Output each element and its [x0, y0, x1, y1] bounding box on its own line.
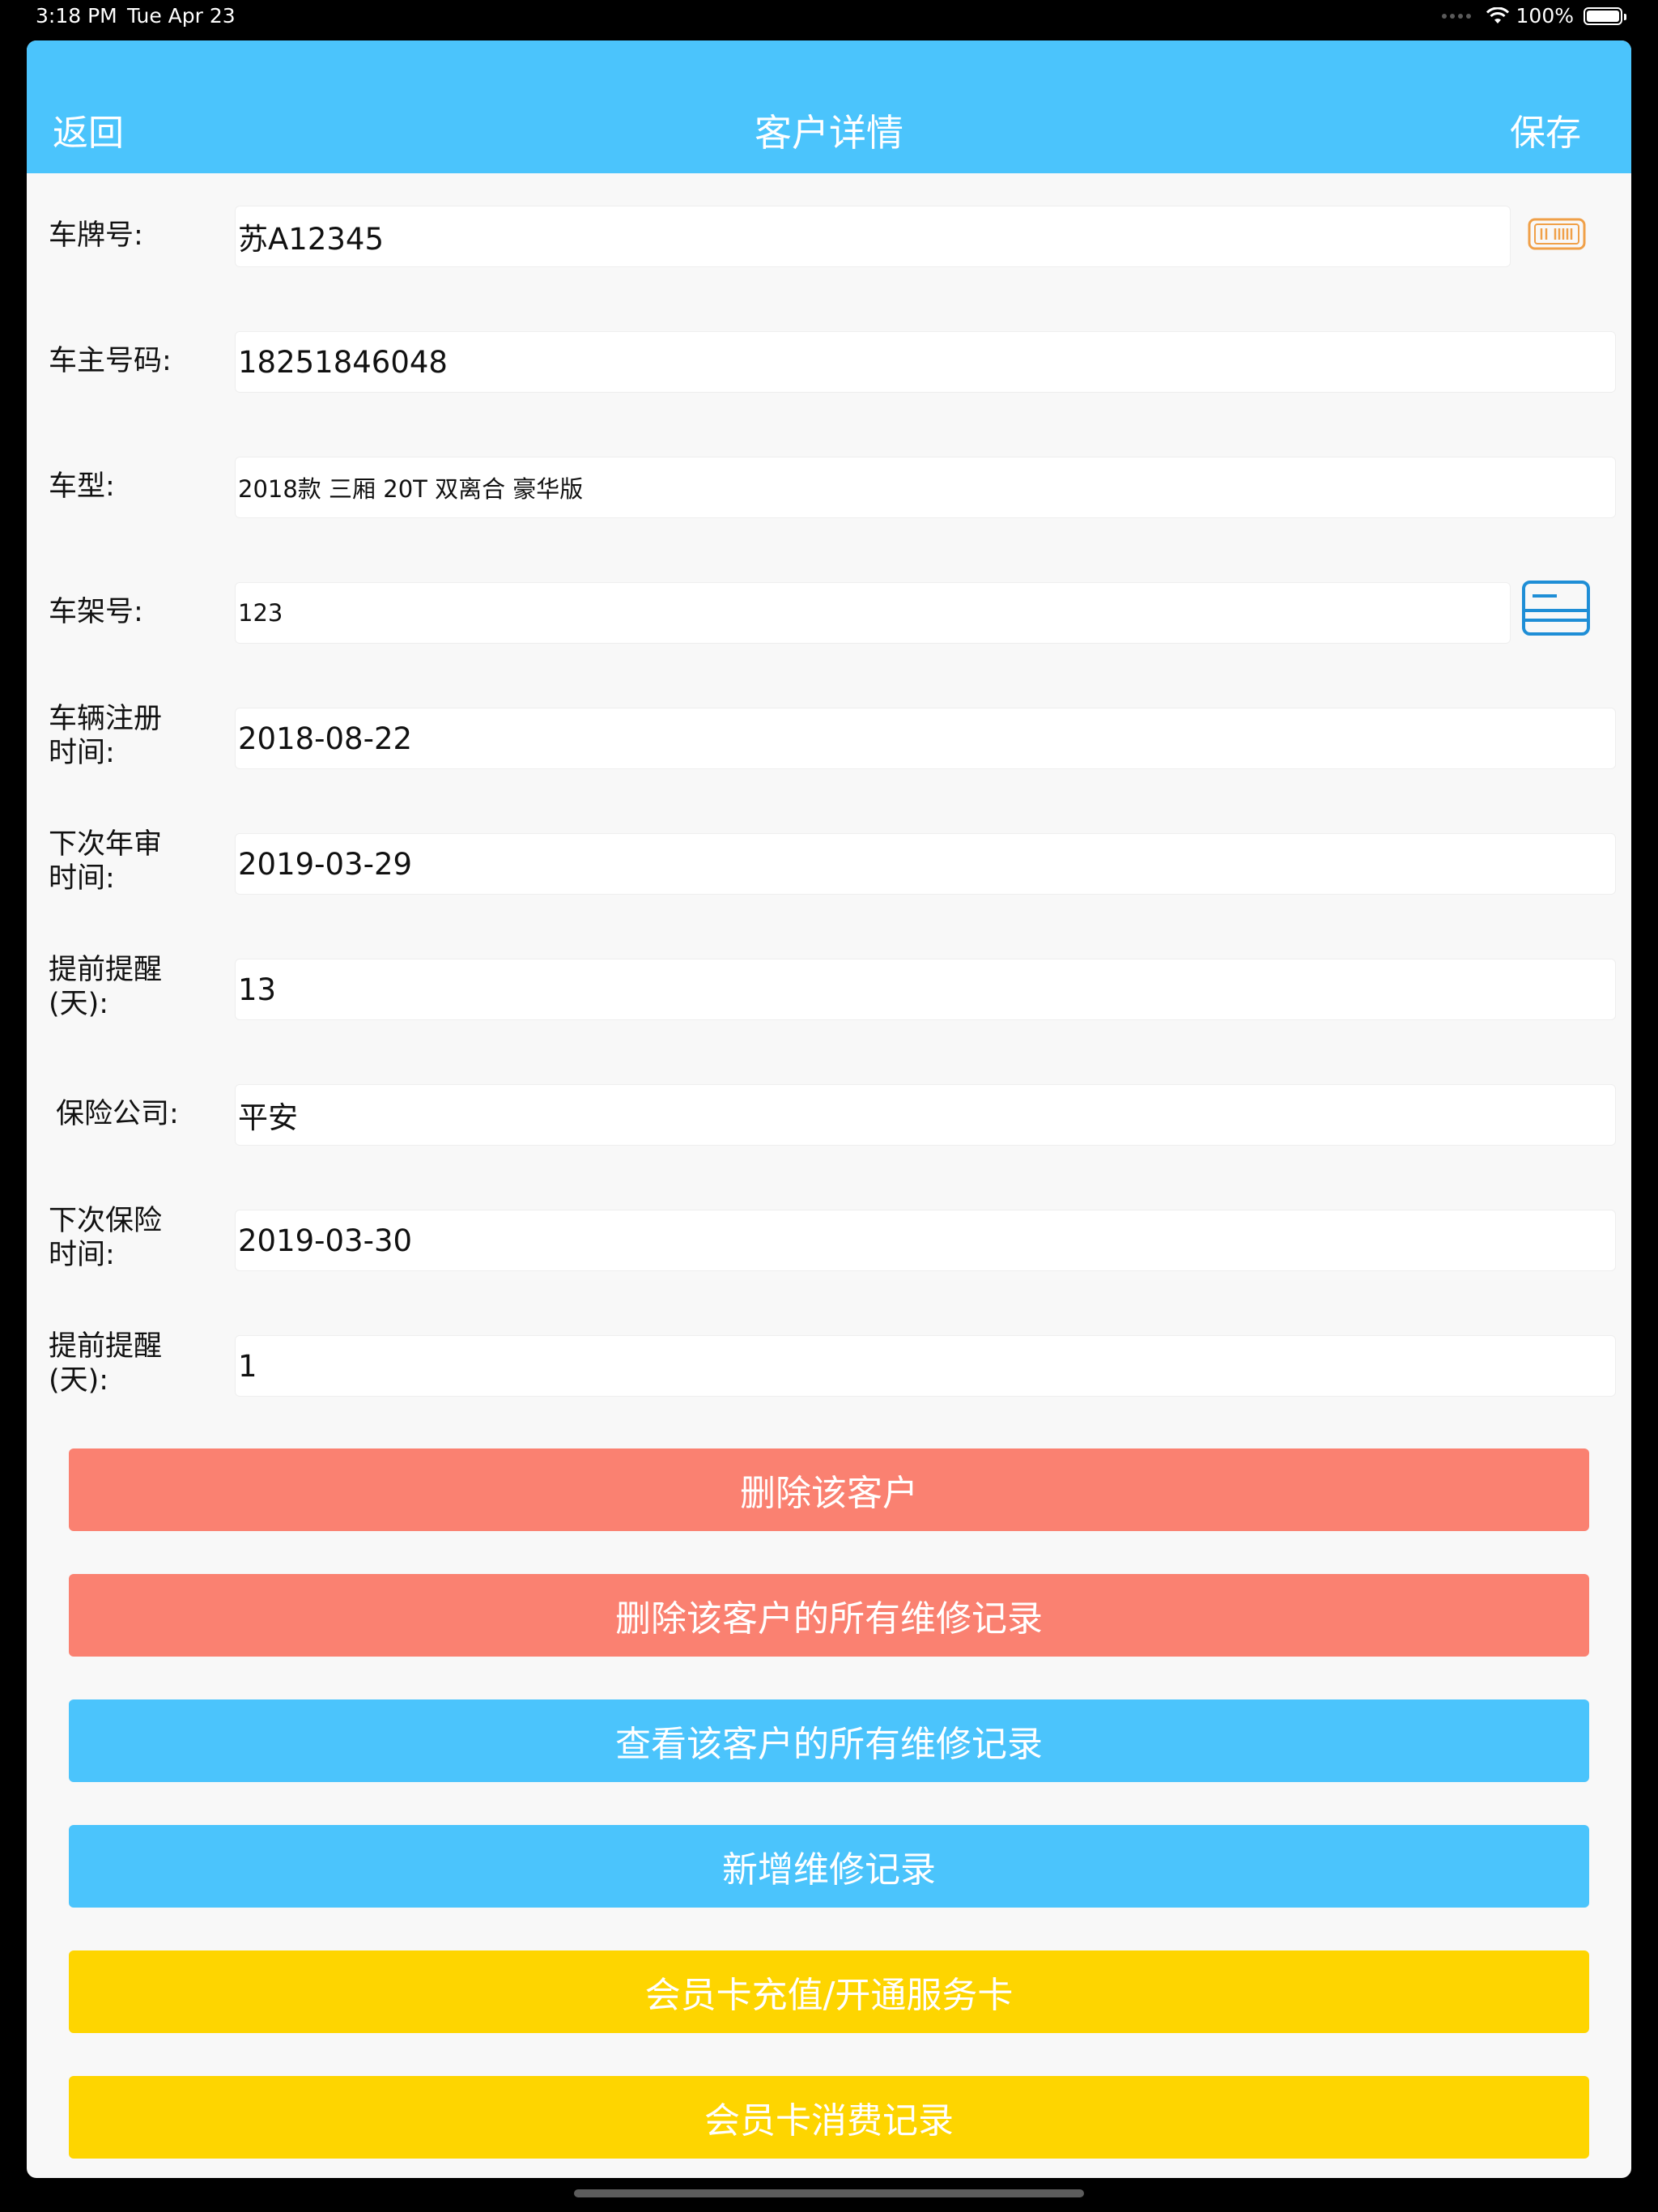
member-card-recharge-button[interactable]: 会员卡充值/开通服务卡: [69, 1950, 1589, 2033]
insurance-date-label: 下次保险 时间:: [49, 1204, 235, 1272]
inspection-remind-label-line1: 提前提醒: [49, 954, 163, 986]
save-button[interactable]: 保存: [1510, 104, 1581, 155]
field-row-phone: 车主号码:: [27, 329, 1631, 393]
phone-input[interactable]: [235, 331, 1616, 393]
card-scan-icon[interactable]: [1521, 580, 1591, 638]
navigation-bar: 返回 客户详情 保存: [27, 40, 1631, 173]
field-row-register-date: 车辆注册 时间:: [27, 702, 1631, 770]
license-plate-scan-icon[interactable]: [1528, 218, 1586, 250]
inspection-remind-input[interactable]: [235, 959, 1616, 1020]
register-date-label: 车辆注册 时间:: [49, 702, 235, 770]
home-indicator[interactable]: [574, 2189, 1084, 2197]
inspection-date-label-line1: 下次年审: [49, 828, 163, 861]
field-row-insurance-date: 下次保险 时间:: [27, 1204, 1631, 1272]
signal-dots-icon: [1441, 13, 1471, 19]
customer-detail-sheet: 返回 客户详情 保存 车牌号: 车主号码: 车型: 车架号:: [27, 40, 1631, 2178]
wifi-icon: [1486, 6, 1509, 23]
insurance-remind-label-line1: 提前提醒: [49, 1330, 163, 1363]
inspection-date-label-line2: 时间:: [49, 862, 115, 895]
status-indicators: 100%: [1441, 4, 1626, 28]
delete-customer-button[interactable]: 删除该客户: [69, 1448, 1589, 1531]
inspection-date-label: 下次年审 时间:: [49, 827, 235, 895]
field-row-vin: 车架号:: [27, 580, 1631, 644]
insurance-remind-label: 提前提醒 (天):: [49, 1329, 235, 1397]
insurer-input[interactable]: [235, 1084, 1616, 1146]
vin-input[interactable]: [235, 582, 1511, 644]
delete-repair-records-button[interactable]: 删除该客户的所有维修记录: [69, 1574, 1589, 1657]
page-title: 客户详情: [755, 111, 903, 155]
field-row-inspection-remind: 提前提醒 (天):: [27, 953, 1631, 1021]
inspection-remind-label-line2: (天):: [49, 988, 109, 1020]
status-date: Tue Apr 23: [127, 4, 236, 28]
plate-label: 车牌号:: [49, 219, 143, 252]
insurer-label: 保险公司:: [56, 1098, 179, 1130]
view-repair-records-button[interactable]: 查看该客户的所有维修记录: [69, 1699, 1589, 1782]
insurance-date-label-line1: 下次保险: [49, 1205, 163, 1237]
insurance-date-label-line2: 时间:: [49, 1239, 115, 1271]
member-card-history-button[interactable]: 会员卡消费记录: [69, 2076, 1589, 2159]
field-row-model: 车型:: [27, 454, 1631, 519]
inspection-date-input[interactable]: [235, 833, 1616, 895]
field-row-plate: 车牌号:: [27, 203, 1631, 268]
vin-label: 车架号:: [49, 596, 143, 628]
model-label: 车型:: [49, 470, 115, 503]
insurance-remind-label-line2: (天):: [49, 1364, 109, 1397]
status-bar: 3:18 PM Tue Apr 23 100%: [0, 0, 1658, 32]
inspection-remind-label: 提前提醒 (天):: [49, 953, 235, 1021]
register-date-input[interactable]: [235, 708, 1616, 769]
field-row-inspection-date: 下次年审 时间:: [27, 828, 1631, 895]
add-repair-record-button[interactable]: 新增维修记录: [69, 1825, 1589, 1908]
register-date-label-line1: 车辆注册: [49, 703, 163, 735]
register-date-label-line2: 时间:: [49, 737, 115, 769]
model-input[interactable]: [235, 457, 1616, 518]
status-time: 3:18 PM: [36, 4, 117, 28]
field-row-insurer: 保险公司:: [27, 1082, 1631, 1146]
phone-label: 车主号码:: [49, 345, 172, 377]
plate-input[interactable]: [235, 206, 1511, 267]
battery-icon: [1584, 6, 1626, 25]
insurance-date-input[interactable]: [235, 1210, 1616, 1271]
field-row-insurance-remind: 提前提醒 (天):: [27, 1330, 1631, 1397]
insurance-remind-input[interactable]: [235, 1335, 1616, 1397]
battery-percent: 100%: [1516, 4, 1574, 28]
